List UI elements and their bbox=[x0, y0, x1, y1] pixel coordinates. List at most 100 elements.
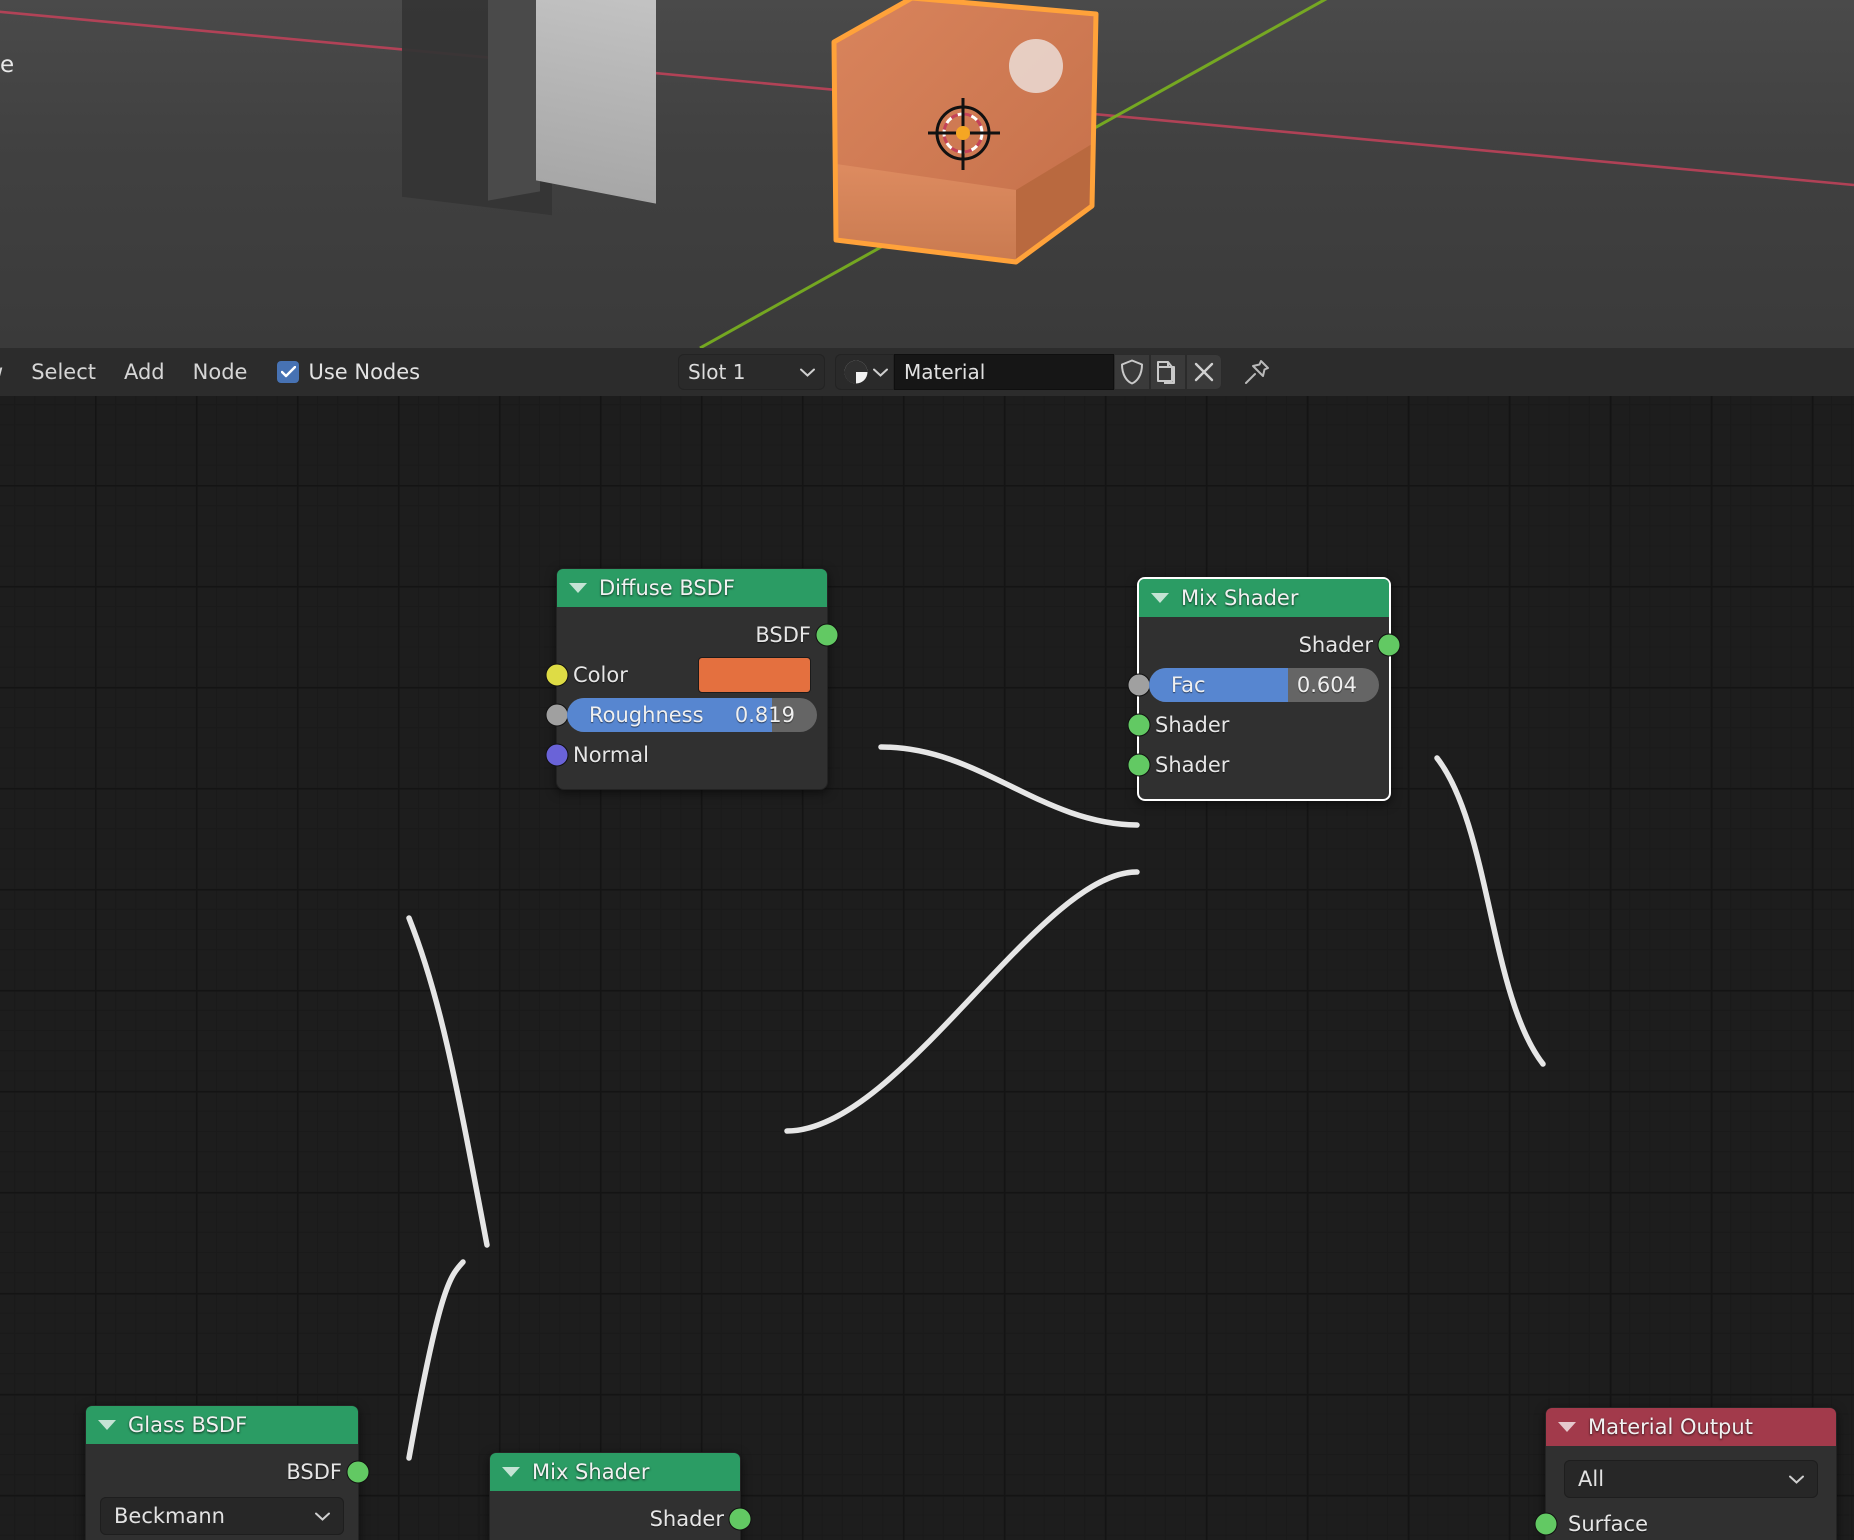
shield-icon bbox=[1121, 359, 1143, 385]
node-body: Shader Fac 0.604 Shader bbox=[490, 1491, 752, 1540]
plane-object[interactable] bbox=[536, 0, 656, 204]
menu-view[interactable]: w bbox=[0, 358, 17, 387]
node-editor-canvas[interactable]: Diffuse BSDF BSDF Color Roughness 0.819 … bbox=[0, 396, 1854, 1540]
3d-cursor-icon bbox=[928, 98, 1000, 170]
unlink-material-button[interactable] bbox=[1186, 354, 1222, 390]
pin-button[interactable] bbox=[1238, 354, 1276, 390]
slot-select[interactable]: Slot 1 bbox=[678, 354, 825, 390]
node-mix-shader-top[interactable]: Mix Shader Shader Fac 0.604 Shader Shade… bbox=[1127, 577, 1401, 801]
node-material-output[interactable]: Material Output All Surface bbox=[1534, 1407, 1837, 1540]
link-transparent-to-mixmid bbox=[406, 1259, 466, 1461]
new-material-button[interactable] bbox=[1150, 354, 1186, 390]
material-browse-button[interactable] bbox=[835, 354, 894, 390]
node-title: Diffuse BSDF bbox=[599, 576, 735, 600]
node-input-row-color: Color bbox=[545, 655, 827, 695]
socket-input-color[interactable] bbox=[545, 663, 569, 687]
node-editor-header: w Select Add Node Use Nodes Slot 1 bbox=[0, 348, 1854, 397]
link-mixmid-to-mixtop bbox=[784, 869, 1140, 1134]
socket-input-shader-2[interactable] bbox=[1127, 753, 1151, 777]
slider-fac[interactable]: Fac 0.604 bbox=[1149, 668, 1379, 702]
node-input-row-surface: Surface bbox=[1534, 1504, 1836, 1540]
node-output-row: Shader bbox=[1139, 625, 1401, 665]
socket-output-shader[interactable] bbox=[1377, 633, 1401, 657]
collapse-triangle-icon[interactable] bbox=[569, 583, 587, 593]
link-mixtop-to-output bbox=[1434, 755, 1546, 1067]
slider-roughness[interactable]: Roughness 0.819 bbox=[567, 698, 817, 732]
node-header[interactable]: Diffuse BSDF bbox=[557, 569, 827, 607]
input-label-shader-1: Shader bbox=[1155, 713, 1230, 737]
link-diffuse-to-mixtop bbox=[878, 744, 1140, 828]
pin-icon bbox=[1245, 360, 1269, 384]
collapse-triangle-icon[interactable] bbox=[502, 1467, 520, 1477]
slider-label: Fac bbox=[1171, 673, 1206, 697]
socket-output-shader[interactable] bbox=[728, 1507, 752, 1531]
socket-input-fac[interactable] bbox=[1127, 673, 1151, 697]
node-header[interactable]: Material Output bbox=[1546, 1408, 1836, 1446]
blender-window: e w Select Add Node Use Nodes Slot 1 bbox=[0, 0, 1854, 1540]
node-header[interactable]: Mix Shader bbox=[490, 1453, 740, 1491]
collapse-triangle-icon[interactable] bbox=[1151, 593, 1169, 603]
output-label: Shader bbox=[1298, 633, 1373, 657]
distribution-dropdown[interactable]: Beckmann bbox=[100, 1497, 344, 1535]
output-label: BSDF bbox=[286, 1460, 342, 1484]
use-nodes-checkbox[interactable] bbox=[277, 361, 300, 383]
socket-input-normal[interactable] bbox=[545, 743, 569, 767]
node-mix-shader-mid[interactable]: Mix Shader Shader Fac 0.604 S bbox=[489, 1452, 752, 1540]
material-name-field[interactable]: Material bbox=[894, 354, 1114, 390]
copy-icon bbox=[1157, 361, 1175, 384]
node-input-row-normal: Normal bbox=[545, 735, 827, 775]
socket-input-shader-1[interactable] bbox=[1127, 713, 1151, 737]
socket-output-bsdf[interactable] bbox=[346, 1460, 370, 1484]
node-input-row-shader1: Shader bbox=[1127, 705, 1389, 745]
node-input-row-fac: Fac 0.604 bbox=[1127, 665, 1389, 705]
menu-add[interactable]: Add bbox=[110, 358, 179, 387]
input-label-normal: Normal bbox=[573, 743, 649, 767]
node-header[interactable]: Mix Shader bbox=[1139, 579, 1389, 617]
node-distribution-row: Beckmann bbox=[86, 1492, 358, 1540]
node-input-row-shader2: Shader bbox=[1127, 745, 1389, 785]
plane-object-side bbox=[488, 0, 540, 201]
slider-value: 0.819 bbox=[734, 703, 795, 727]
socket-input-roughness[interactable] bbox=[545, 703, 569, 727]
node-output-row: Shader bbox=[490, 1499, 752, 1539]
socket-input-surface[interactable] bbox=[1534, 1512, 1558, 1536]
header-menu-bar: w Select Add Node Use Nodes bbox=[0, 358, 420, 387]
output-label: BSDF bbox=[755, 623, 811, 647]
node-glass-bsdf[interactable]: Glass BSDF BSDF Beckmann bbox=[85, 1405, 370, 1540]
collapse-triangle-icon[interactable] bbox=[98, 1420, 116, 1430]
node-body: All Surface Volume Displacement bbox=[1534, 1446, 1836, 1540]
menu-select[interactable]: Select bbox=[17, 358, 110, 387]
use-nodes-toggle[interactable]: Use Nodes bbox=[277, 360, 420, 384]
menu-node[interactable]: Node bbox=[179, 358, 262, 387]
node-body: Shader Fac 0.604 Shader bbox=[1127, 617, 1401, 799]
header-material-controls: Slot 1 Material bbox=[678, 348, 1276, 396]
chevron-down-icon bbox=[800, 368, 815, 377]
viewport-clipped-label: e bbox=[0, 52, 15, 78]
material-sphere-icon bbox=[844, 360, 868, 384]
input-label-surface: Surface bbox=[1568, 1512, 1649, 1536]
node-header[interactable]: Glass BSDF bbox=[86, 1406, 358, 1444]
socket-output-bsdf[interactable] bbox=[815, 623, 839, 647]
color-swatch-color[interactable] bbox=[698, 657, 811, 693]
input-label-shader-2: Shader bbox=[1155, 753, 1230, 777]
target-dropdown[interactable]: All bbox=[1564, 1460, 1818, 1498]
slot-select-value: Slot 1 bbox=[688, 360, 746, 384]
node-body: BSDF Color Roughness 0.819 Normal bbox=[545, 607, 839, 789]
node-diffuse-bsdf[interactable]: Diffuse BSDF BSDF Color Roughness 0.819 … bbox=[545, 568, 839, 790]
node-title: Mix Shader bbox=[1181, 586, 1299, 610]
node-title: Material Output bbox=[1588, 1415, 1753, 1439]
slider-value: 0.604 bbox=[1296, 673, 1357, 697]
collapse-triangle-icon[interactable] bbox=[1558, 1422, 1576, 1432]
3d-viewport[interactable]: e bbox=[0, 0, 1854, 348]
slider-label: Roughness bbox=[589, 703, 704, 727]
material-browse-chevron-icon bbox=[873, 368, 888, 377]
node-body: BSDF Beckmann Color bbox=[86, 1444, 370, 1540]
node-output-row: BSDF bbox=[86, 1452, 370, 1492]
node-links bbox=[406, 744, 1546, 1461]
input-label-color: Color bbox=[573, 663, 628, 687]
material-name-value: Material bbox=[904, 360, 986, 384]
node-input-row-roughness: Roughness 0.819 bbox=[545, 695, 827, 735]
chevron-down-icon bbox=[315, 1512, 330, 1521]
fake-user-button[interactable] bbox=[1114, 354, 1150, 390]
node-target-row: All bbox=[1546, 1454, 1836, 1504]
